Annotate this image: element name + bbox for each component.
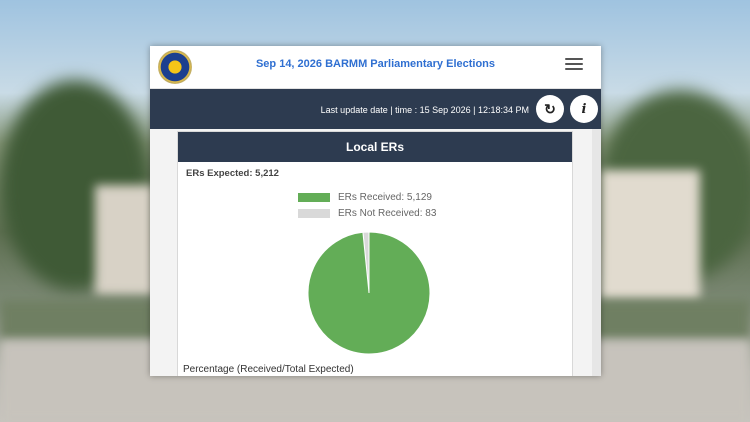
local-ers-card: Local ERs ERs Expected: 5,212 ERs Receiv…: [177, 131, 573, 376]
legend-item-received[interactable]: ERs Received: 5,129: [298, 189, 436, 205]
chart-legend: ERs Received: 5,129 ERs Not Received: 83: [298, 189, 436, 221]
legend-label-not-received: ERs Not Received: 83: [338, 207, 437, 219]
background-building-right: [600, 170, 700, 300]
refresh-button[interactable]: ↻: [536, 95, 564, 123]
content-area: Local ERs ERs Expected: 5,212 ERs Receiv…: [150, 129, 601, 376]
top-bar: Sep 14, 2026 BARMM Parliamentary Electio…: [150, 46, 601, 89]
info-icon: i: [581, 101, 587, 117]
legend-swatch-not-received: [298, 208, 330, 218]
legend-label-received: ERs Received: 5,129: [338, 191, 432, 203]
legend-item-not-received[interactable]: ERs Not Received: 83: [298, 205, 436, 221]
background-building-left: [95, 185, 155, 295]
page-title: Sep 14, 2026 BARMM Parliamentary Electio…: [255, 58, 496, 70]
info-button[interactable]: i: [570, 95, 598, 123]
scrollbar-track[interactable]: [592, 129, 601, 376]
card-title: Local ERs: [178, 132, 572, 162]
hamburger-menu-icon[interactable]: [565, 58, 583, 72]
ers-expected-text: ERs Expected: 5,212: [186, 168, 279, 179]
percentage-label: Percentage (Received/Total Expected): [183, 364, 354, 375]
refresh-icon: ↻: [544, 100, 556, 117]
pie-slice-received[interactable]: [307, 231, 431, 355]
pie-chart: [307, 231, 431, 355]
legend-swatch-received: [298, 192, 330, 202]
mobile-screen: Sep 14, 2026 BARMM Parliamentary Electio…: [150, 46, 601, 376]
last-update-text: Last update date | time : 15 Sep 2026 | …: [320, 105, 529, 115]
update-bar: Last update date | time : 15 Sep 2026 | …: [150, 89, 601, 129]
